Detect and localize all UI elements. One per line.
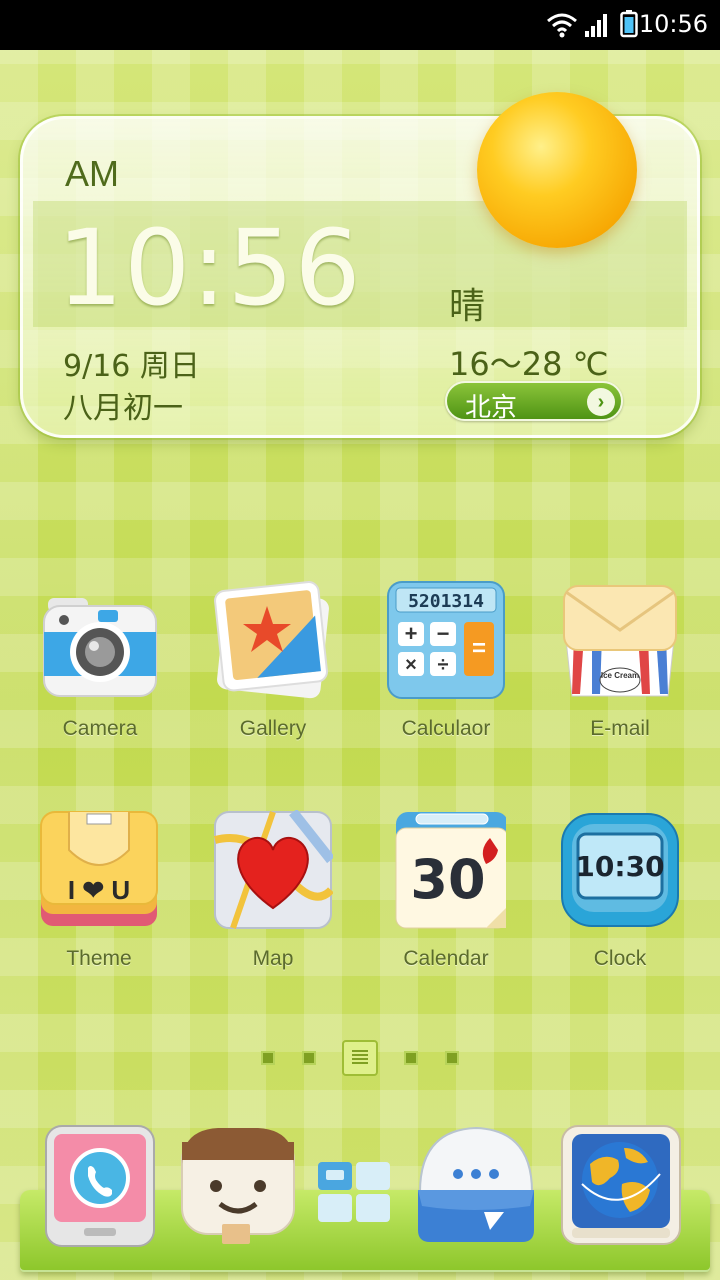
sun-icon <box>477 92 637 248</box>
app-label: Theme <box>66 947 132 970</box>
app-theme[interactable]: I ❤ U Theme <box>19 810 179 1000</box>
app-gallery[interactable]: Gallery <box>193 580 353 770</box>
page-dot[interactable] <box>445 1051 459 1065</box>
page-dot[interactable] <box>261 1051 275 1065</box>
widget-ampm: AM <box>65 153 119 194</box>
app-label: Map <box>252 947 294 970</box>
messaging-icon <box>418 1126 534 1242</box>
widget-temperature: 16～28 ℃ <box>449 345 609 383</box>
home-page-lines-icon <box>352 1050 368 1064</box>
camera-icon <box>40 580 160 700</box>
app-map[interactable]: Map <box>193 808 353 1000</box>
theme-icon: I ❤ U <box>39 810 159 930</box>
calendar-day-number: 30 <box>410 848 485 911</box>
signal-icon <box>584 12 608 43</box>
app-camera[interactable]: Camera <box>20 580 180 770</box>
app-label: Clock <box>593 947 647 970</box>
page-dot[interactable] <box>302 1051 316 1065</box>
dock-browser[interactable] <box>560 1124 681 1246</box>
theme-icon-text: I ❤ U <box>68 875 130 905</box>
app-email[interactable]: Ice Cream E-mail <box>540 580 700 770</box>
gallery-icon <box>213 580 333 700</box>
app-drawer-icon <box>318 1162 390 1222</box>
calendar-icon: 30 <box>386 810 509 930</box>
status-bar: 10:56 <box>0 0 720 50</box>
page-indicator[interactable] <box>0 1040 720 1076</box>
svg-text:÷: ÷ <box>438 654 449 676</box>
app-label: Calendar <box>403 947 489 970</box>
city-label: 北京 <box>465 393 518 423</box>
calculator-icon: 5201314 + − × ÷ = <box>386 580 506 700</box>
app-calendar[interactable]: 30 Calendar <box>366 810 526 1000</box>
wifi-icon <box>546 12 578 43</box>
widget-weather-condition: 晴 <box>449 286 486 327</box>
app-calculator[interactable]: 5201314 + − × ÷ = Calculaor <box>366 580 526 770</box>
app-label: Calculaor <box>401 717 491 740</box>
email-sticker-text: Ice Cream <box>601 671 639 680</box>
svg-text:−: − <box>437 621 450 646</box>
dock-phone[interactable] <box>40 1124 160 1247</box>
svg-text:+: + <box>405 621 418 646</box>
status-time: 10:56 <box>638 10 708 38</box>
battery-icon <box>620 10 638 43</box>
dock-messaging[interactable] <box>414 1122 534 1244</box>
map-icon <box>213 808 335 930</box>
clock-display: 10:30 <box>575 850 664 883</box>
widget-date: 9/16 周日 <box>63 349 200 384</box>
widget-lunar-date: 八月初一 <box>63 391 183 426</box>
contacts-icon <box>181 1128 295 1244</box>
app-label: Gallery <box>239 717 307 740</box>
calculator-display: 5201314 <box>408 591 484 612</box>
app-label: E-mail <box>590 717 650 740</box>
dock-contacts[interactable] <box>178 1124 298 1246</box>
city-selector-button[interactable]: 北京 › <box>445 381 623 423</box>
clock-icon: 10:30 <box>560 810 680 930</box>
email-icon: Ice Cream <box>560 580 680 700</box>
chevron-right-icon: › <box>587 388 615 416</box>
page-dot[interactable] <box>404 1051 418 1065</box>
app-clock[interactable]: 10:30 Clock <box>540 810 700 1000</box>
svg-text:×: × <box>405 654 417 676</box>
phone-icon <box>45 1125 155 1247</box>
dock-app-drawer[interactable] <box>316 1160 392 1230</box>
app-label: Camera <box>62 717 138 740</box>
page-dot-active-home[interactable] <box>342 1040 378 1076</box>
widget-time[interactable]: 10:56 <box>57 207 362 329</box>
svg-text:=: = <box>472 635 486 662</box>
browser-icon <box>561 1125 681 1245</box>
